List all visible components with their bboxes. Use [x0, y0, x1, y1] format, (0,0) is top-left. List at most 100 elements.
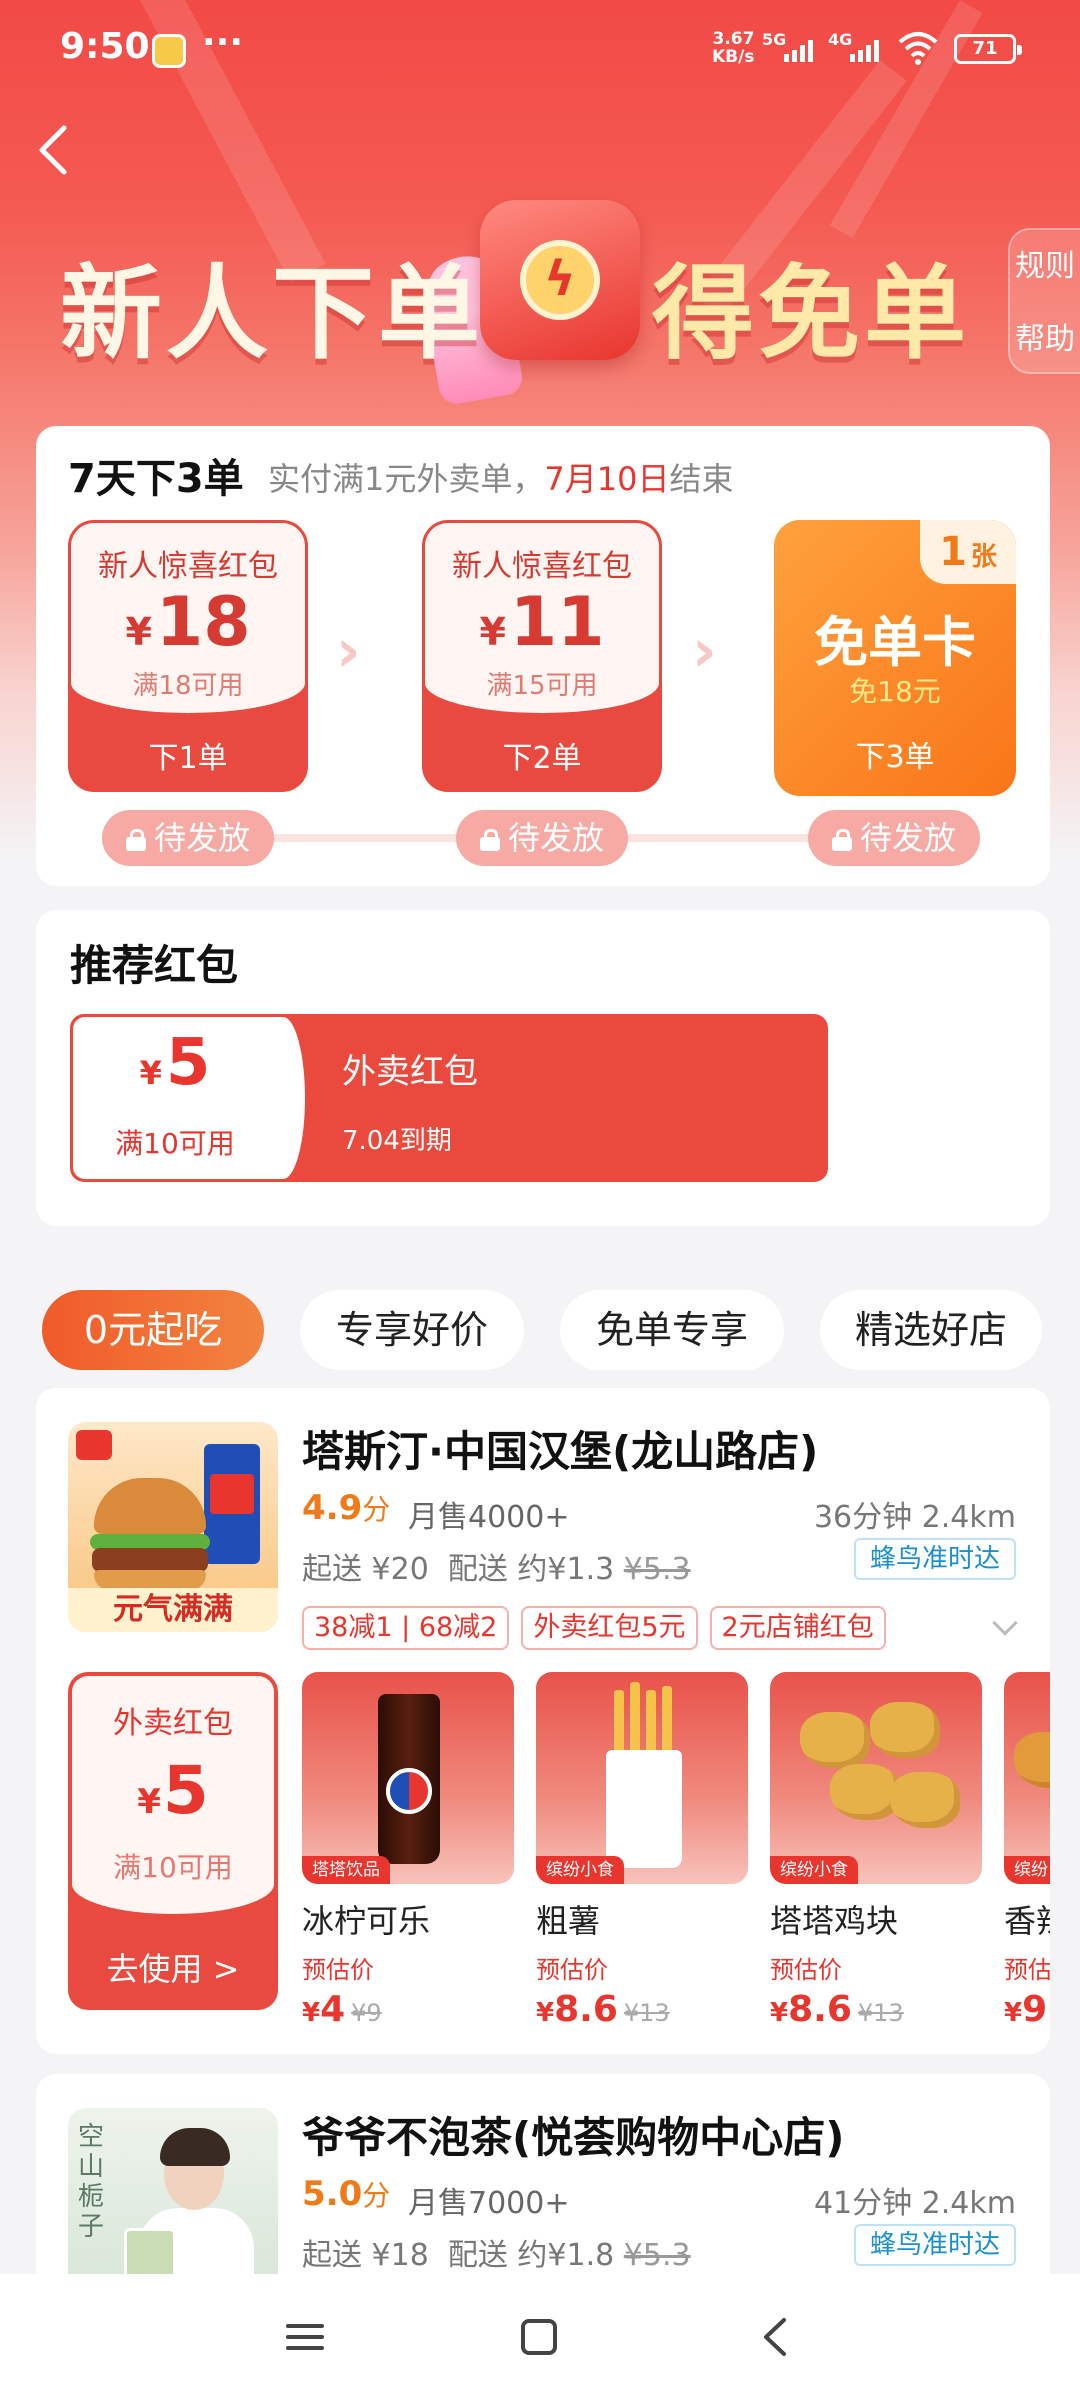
filter-chip-free[interactable]: 0元起吃 [42, 1290, 264, 1370]
lock-icon [125, 829, 146, 851]
store-coupon-condition: 满10可用 [113, 1851, 233, 1884]
lock-icon [479, 829, 500, 851]
promo-tag-discount: 38减1 | 68减2 [302, 1606, 510, 1650]
store-time-distance: 41分钟 2.4km [813, 2186, 1016, 2221]
lightning-icon: ϟ [520, 240, 600, 320]
step-coupon-value: 18 [155, 583, 251, 662]
filter-chip-selected-stores[interactable]: 精选好店 [820, 1290, 1042, 1370]
help-link[interactable]: 帮助 [1010, 303, 1080, 376]
step-order-label: 下3单 [855, 740, 935, 775]
store-fees: 起送 ¥20 配送 约¥1.3 ¥5.3 [302, 1544, 691, 1588]
product-estimate-label: 预估价 [302, 1956, 374, 1984]
nugget-illustration [870, 1702, 940, 1758]
back-triangle-icon[interactable] [740, 2304, 810, 2370]
product-item: 缤纷 香辣 预估 ¥9 [1004, 1672, 1050, 2030]
price-original: ¥9 [351, 1999, 382, 2027]
product-name: 粗薯 [536, 1902, 601, 1940]
nugget-illustration [890, 1772, 960, 1828]
home-square-icon[interactable] [504, 2304, 574, 2370]
delivery-coupon[interactable]: ¥5 满10可用 外卖红包 7.04到期 [70, 1014, 828, 1182]
recommended-title: 推荐红包 [70, 941, 239, 990]
wifi-icon [898, 32, 938, 65]
product-image: 塔塔饮品 [302, 1672, 514, 1884]
recommended-coupons-card: 推荐红包 ¥5 满10可用 外卖红包 7.04到期 [36, 910, 1050, 1226]
free-order-card[interactable]: 1张 免单卡 免18元 下3单 [774, 520, 1016, 796]
product-price: ¥4 ¥9 [302, 1989, 514, 2030]
network-speed-value: 3.67 [712, 29, 755, 49]
currency-symbol: ¥ [302, 1998, 321, 2028]
cola-logo-icon [386, 1768, 432, 1814]
back-chevron-icon[interactable] [30, 120, 80, 180]
chevron-down-icon[interactable] [992, 1610, 1018, 1636]
currency-symbol: ¥ [1004, 1998, 1023, 2028]
product-item-clipped[interactable]: 缤纷 香辣 预估 ¥9 [1004, 1672, 1050, 2032]
product-item[interactable]: 塔塔饮品 冰柠可乐 预估价 ¥4 ¥9 [302, 1672, 514, 2030]
step-coupon-amount: ¥11 [425, 583, 659, 662]
step-coupon-1[interactable]: 新人惊喜红包 ¥18 满18可用 下1单 [68, 520, 308, 792]
price-original: ¥13 [857, 1999, 904, 2027]
coupon-amount: ¥5 [70, 1026, 280, 1100]
brand-logo-icon [76, 1430, 112, 1460]
rules-link[interactable]: 规则 [1010, 230, 1080, 303]
product-image: 缤纷 [1004, 1672, 1050, 1884]
delivery-fee-original: ¥5.3 [623, 2238, 691, 2273]
signal-1-icon [784, 38, 813, 62]
store-rating: 5.0分 [302, 2174, 390, 2214]
store-coupon[interactable]: 外卖红包 ¥5 满10可用 去使用 > [68, 1672, 278, 2010]
store-time-distance: 36分钟 2.4km [813, 1500, 1016, 1535]
pending-label: 待发放 [507, 819, 604, 857]
product-item[interactable]: 缤纷小食 粗薯 预估价 ¥8.6 ¥13 [536, 1672, 748, 2030]
store-card[interactable]: 元气满满 塔斯汀·中国汉堡(龙山路店) 4.9分 月售4000+ 36分钟 2.… [36, 1388, 1050, 2054]
drink-cup-illustration [204, 1444, 260, 1564]
use-coupon-button[interactable]: 去使用 > [68, 1944, 278, 1990]
free-card-count: 1 [939, 529, 967, 575]
store-monthly-sales: 月售4000+ [408, 1500, 570, 1535]
store-fees: 起送 ¥18 配送 约¥1.8 ¥5.3 [302, 2230, 691, 2274]
hero-title-right: 得免单 [652, 255, 970, 374]
filter-chip-free-exclusive[interactable]: 免单专享 [560, 1290, 784, 1370]
fries-box-illustration [606, 1750, 682, 1868]
burger-patty [92, 1548, 208, 1572]
thumbnail-slogan: 元气满满 [68, 1588, 278, 1632]
pending-status-3: 待发放 [808, 810, 980, 866]
store-name: 爷爷不泡茶(悦荟购物中心店) [302, 2113, 845, 2162]
product-category-tag: 缤纷小食 [770, 1856, 858, 1884]
chicken-illustration [1014, 1732, 1050, 1788]
price-original: ¥13 [623, 1999, 670, 2027]
burger-bun [94, 1570, 206, 1590]
status-bar: 9:50 ··· 3.67 KB/s 5G 4G 71 [0, 0, 1080, 96]
new-user-task-card: 7天下3单 实付满1元外卖单，7月10日结束 新人惊喜红包 ¥18 满18可用 … [36, 426, 1050, 886]
coupon-expiry: 7.04到期 [342, 1126, 452, 1156]
currency-symbol: ¥ [139, 1054, 162, 1092]
on-time-badge: 蜂鸟准时达 [853, 2224, 1016, 2266]
product-category-tag: 缤纷 [1004, 1856, 1050, 1884]
filter-chip-exclusive-price[interactable]: 专享好价 [300, 1290, 524, 1370]
more-notifications-icon: ··· [202, 22, 244, 63]
rating-value: 4.9 [302, 1488, 363, 1528]
product-name: 香辣 [1004, 1902, 1050, 1940]
product-item[interactable]: 缤纷小食 塔塔鸡块 预估价 ¥8.6 ¥13 [770, 1672, 982, 2030]
hero-title-left: 新人下单 [60, 255, 484, 374]
menu-icon[interactable] [270, 2304, 340, 2370]
pending-label: 待发放 [859, 819, 956, 857]
store-rating: 4.9分 [302, 1488, 390, 1528]
network-speed-unit: KB/s [712, 47, 755, 67]
step-coupon-name: 新人惊喜红包 [98, 549, 278, 584]
system-navigation-bar [0, 2274, 1080, 2400]
pending-status-1: 待发放 [102, 810, 274, 866]
status-time: 9:50 [60, 26, 150, 67]
store-monthly-sales: 月售7000+ [408, 2186, 570, 2221]
free-card-count-badge: 1张 [920, 520, 1016, 584]
pending-status-2: 待发放 [456, 810, 628, 866]
product-category-tag: 缤纷小食 [536, 1856, 624, 1884]
delivery-fee: 配送 约¥1.8 [447, 2238, 615, 2273]
on-time-badge: 蜂鸟准时达 [853, 1538, 1016, 1580]
sim1-type: 5G [762, 30, 787, 49]
burger-illustration [94, 1478, 206, 1534]
step-coupon-2[interactable]: 新人惊喜红包 ¥11 满15可用 下2单 [422, 520, 662, 792]
signal-2-icon [850, 38, 879, 62]
promo-tag-coupon: 外卖红包5元 [521, 1606, 698, 1650]
currency-symbol: ¥ [137, 1782, 161, 1822]
step-order-label: 下1单 [148, 741, 228, 776]
chevron-right-icon: › [336, 616, 361, 686]
